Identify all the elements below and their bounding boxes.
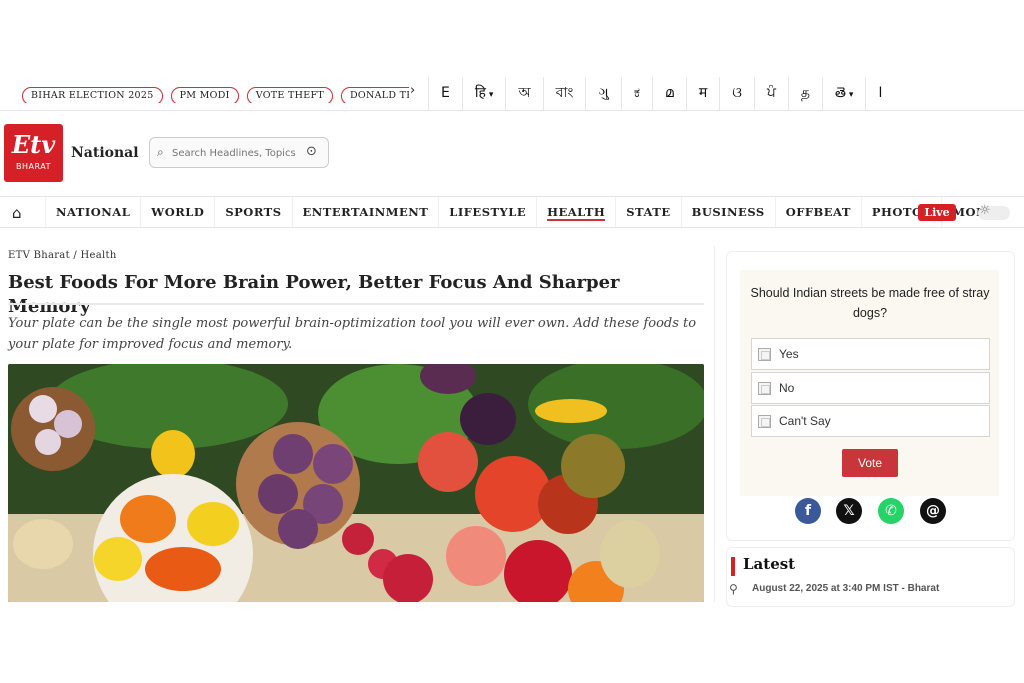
latest-heading: Latest xyxy=(743,555,796,573)
language-label: ગુ xyxy=(598,85,609,101)
language-label: हि xyxy=(474,85,486,101)
checkbox-icon[interactable] xyxy=(758,348,771,361)
language-option[interactable]: ଓ xyxy=(719,77,754,110)
language-label: తె xyxy=(835,85,846,101)
poll-option-yes[interactable]: Yes xyxy=(751,338,990,370)
checkbox-icon[interactable] xyxy=(758,382,771,395)
etv-bharat-logo[interactable]: Etv BHARAT xyxy=(4,124,63,182)
target-icon[interactable]: ⊙ xyxy=(306,144,317,159)
nav-item-sports[interactable]: SPORTS xyxy=(214,197,291,227)
trending-pill[interactable]: VOTE THEFT xyxy=(246,87,333,103)
language-option[interactable]: म xyxy=(685,77,719,110)
edition-label[interactable]: National xyxy=(71,145,139,161)
home-icon[interactable]: ⌂ xyxy=(12,204,22,222)
language-option[interactable]: മ xyxy=(652,77,686,110)
checkbox-icon[interactable] xyxy=(758,415,771,428)
language-switcher: E हि ▾ অ বাং ગુ ಕ മ म ଓ ਪੰ த తె ▾ ا xyxy=(428,77,894,110)
main-nav: ⌂ NATIONAL WORLD SPORTS ENTERTAINMENT LIFEST… xyxy=(0,196,1024,228)
nav-item-lifestyle[interactable]: LIFESTYLE xyxy=(438,197,536,227)
logo-subtitle: BHARAT xyxy=(16,162,51,171)
poll-option-cant-say[interactable]: Can't Say xyxy=(751,405,990,437)
language-label: த xyxy=(800,85,810,101)
threads-icon[interactable]: @ xyxy=(920,498,946,524)
headline-divider xyxy=(8,303,704,305)
vote-button[interactable]: Vote xyxy=(842,449,898,477)
poll-question: Should Indian streets be made free of st… xyxy=(750,286,990,320)
trending-pills: BIHAR ELECTION 2025 PM MODI VOTE THEFT DONA… xyxy=(22,83,409,103)
article-summary: Your plate can be the single most powerf… xyxy=(8,316,697,352)
trending-pill[interactable]: DONALD TRUMP xyxy=(340,87,409,103)
language-label: म xyxy=(698,85,708,101)
chevron-down-icon[interactable]: ▾ xyxy=(849,90,854,100)
trending-pill[interactable]: PM MODI xyxy=(170,87,239,103)
trending-pill[interactable]: BIHAR ELECTION 2025 xyxy=(22,87,163,103)
pin-icon: ⚲ xyxy=(729,582,738,596)
theme-toggle[interactable]: ☼ xyxy=(978,203,1010,220)
language-label: E xyxy=(441,85,450,101)
x-icon[interactable]: 𝕏 xyxy=(836,498,862,524)
search-box[interactable]: ⌕ ⊙ xyxy=(149,137,329,168)
language-label: ਪੰ xyxy=(766,85,776,101)
article-headline: Best Foods For More Brain Power, Better … xyxy=(8,272,620,317)
language-option[interactable]: த xyxy=(787,77,822,110)
language-option[interactable]: हि ▾ xyxy=(461,77,506,110)
poll-option-label: Yes xyxy=(779,347,799,361)
language-option[interactable]: বাং xyxy=(542,77,586,110)
language-label: ଓ xyxy=(732,85,742,101)
poll-option-no[interactable]: No xyxy=(751,372,990,404)
nav-item-entertainment[interactable]: ENTERTAINMENT xyxy=(291,197,439,227)
nav-items: NATIONAL WORLD SPORTS ENTERTAINMENT LIFESTYL… xyxy=(45,197,1005,227)
nav-item-offbeat[interactable]: OFFBEAT xyxy=(774,197,861,227)
hero-image xyxy=(8,364,704,602)
breadcrumb[interactable]: ETV Bharat / Health xyxy=(8,250,117,261)
language-label: ا xyxy=(878,85,883,101)
language-option[interactable]: E xyxy=(428,77,462,110)
poll-option-label: No xyxy=(779,381,795,395)
poll-option-label: Can't Say xyxy=(779,414,831,428)
language-label: বাং xyxy=(555,85,574,101)
facebook-icon[interactable]: f xyxy=(795,498,821,524)
language-option[interactable]: ગુ xyxy=(585,77,620,110)
latest-item-meta[interactable]: August 22, 2025 at 3:40 PM IST - Bharat xyxy=(752,583,939,594)
nav-item-national[interactable]: NATIONAL xyxy=(45,197,140,227)
language-label: മ xyxy=(665,85,674,101)
sun-icon: ☼ xyxy=(979,203,991,218)
whatsapp-icon[interactable]: ✆ xyxy=(878,498,904,524)
language-option[interactable]: ਪੰ xyxy=(753,77,788,110)
live-button[interactable]: Live xyxy=(918,204,956,221)
top-bar: BIHAR ELECTION 2025 PM MODI VOTE THEFT DONA… xyxy=(0,77,1024,111)
latest-accent-bar xyxy=(731,557,735,576)
nav-item-health[interactable]: HEALTH xyxy=(536,197,615,227)
language-option[interactable]: ಕ xyxy=(620,77,652,110)
language-option[interactable]: ا xyxy=(865,77,894,110)
nav-item-state[interactable]: STATE xyxy=(615,197,680,227)
vegetables-illustration xyxy=(8,364,704,602)
nav-item-business[interactable]: BUSINESS xyxy=(680,197,775,227)
nav-item-world[interactable]: WORLD xyxy=(140,197,214,227)
language-label: ಕ xyxy=(633,85,641,101)
chevron-right-icon[interactable]: › xyxy=(410,83,415,98)
chevron-down-icon[interactable]: ▾ xyxy=(489,90,494,100)
search-icon: ⌕ xyxy=(157,145,164,159)
language-option[interactable]: অ xyxy=(505,77,542,110)
language-option[interactable]: తె ▾ xyxy=(822,77,865,110)
logo-wordmark: Etv xyxy=(11,130,56,159)
language-label: অ xyxy=(518,85,531,101)
search-input[interactable] xyxy=(172,144,302,162)
column-divider xyxy=(714,246,715,602)
